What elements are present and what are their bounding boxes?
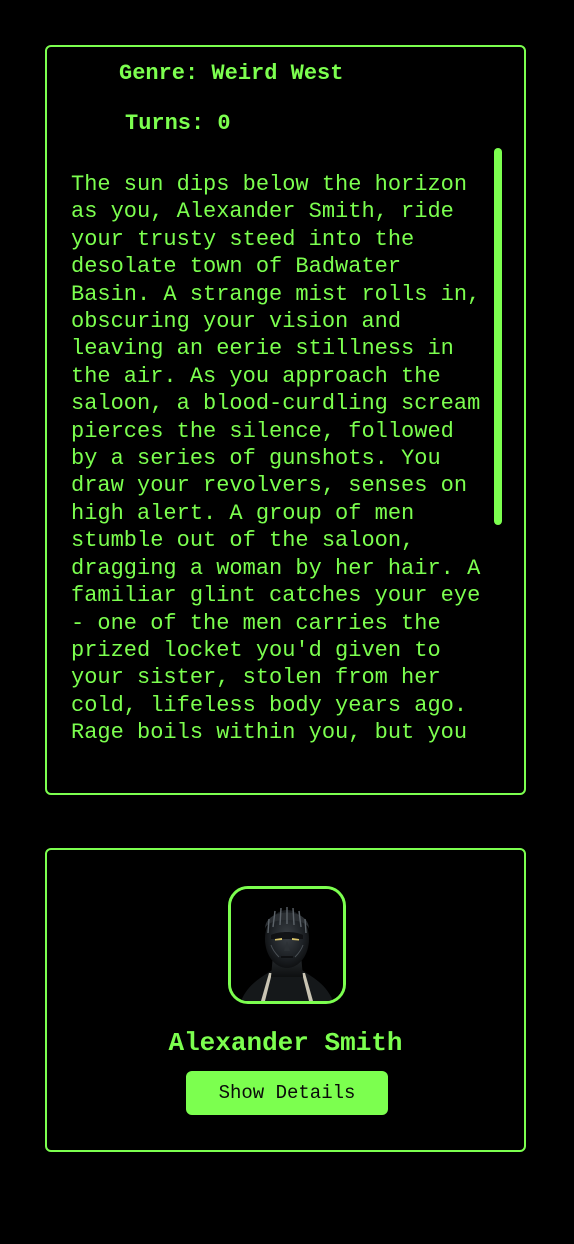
character-name: Alexander Smith <box>168 1028 403 1058</box>
genre-label: Genre: Weird West <box>119 61 344 86</box>
story-panel: Genre: Weird West Turns: 0 The sun dips … <box>45 45 526 795</box>
character-portrait-icon <box>231 889 343 1001</box>
avatar <box>228 886 346 1004</box>
story-text: The sun dips below the horizon as you, A… <box>71 172 481 746</box>
story-scroll-area[interactable]: The sun dips below the horizon as you, A… <box>71 171 491 791</box>
character-panel: Alexander Smith Show Details <box>45 848 526 1152</box>
story-scrollbar-thumb[interactable] <box>494 148 502 525</box>
turns-counter: Turns: 0 <box>125 111 231 136</box>
show-details-button[interactable]: Show Details <box>186 1071 388 1115</box>
